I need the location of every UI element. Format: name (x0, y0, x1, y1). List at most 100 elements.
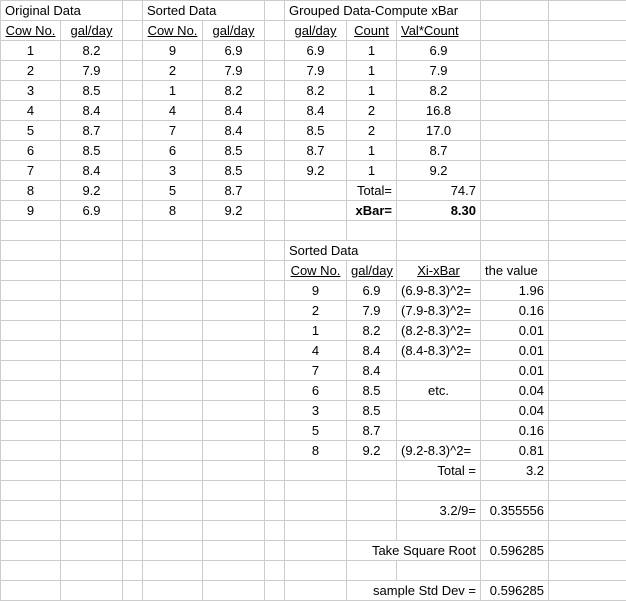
cell: 0.01 (481, 321, 549, 341)
xbar-value: 8.30 (397, 201, 481, 221)
cell: 5 (1, 121, 61, 141)
cell: 0.04 (481, 381, 549, 401)
hdr-original: Original Data (1, 1, 123, 21)
cell: 8.7 (347, 421, 397, 441)
cell: 1 (347, 61, 397, 81)
hdr-grouped: Grouped Data-Compute xBar (285, 1, 481, 21)
cell: 0.01 (481, 341, 549, 361)
std-label: sample Std Dev = (347, 581, 481, 601)
cell: 8.2 (397, 81, 481, 101)
cell: 4 (285, 341, 347, 361)
xbar-label: xBar= (347, 201, 397, 221)
cell: 7 (285, 361, 347, 381)
cell: 0.01 (481, 361, 549, 381)
cell: 9 (143, 41, 203, 61)
cell: 8.5 (347, 381, 397, 401)
col-galday: gal/day (61, 21, 123, 41)
cell: 2 (143, 61, 203, 81)
cell: 9.2 (347, 441, 397, 461)
cell: 2 (347, 101, 397, 121)
cell: 6.9 (397, 41, 481, 61)
col-valcount: Val*Count (397, 21, 481, 41)
col-cowno: Cow No. (1, 21, 61, 41)
cell: 8.4 (347, 361, 397, 381)
col-thevalue: the value (481, 261, 549, 281)
cell: 8.4 (61, 101, 123, 121)
cell: 1 (347, 41, 397, 61)
cell: 8.4 (203, 121, 265, 141)
cell: 8.7 (285, 141, 347, 161)
cell: 3 (285, 401, 347, 421)
cell: 6 (285, 381, 347, 401)
cell: 9.2 (203, 201, 265, 221)
cell: 1 (1, 41, 61, 61)
cell: 9.2 (285, 161, 347, 181)
cell: 6 (143, 141, 203, 161)
col-count: Count (347, 21, 397, 41)
cell: 7.9 (203, 61, 265, 81)
cell: (9.2-8.3)^2= (397, 441, 481, 461)
cell: 1 (347, 81, 397, 101)
cell: 8.2 (285, 81, 347, 101)
cell: (8.2-8.3)^2= (397, 321, 481, 341)
cell: 8 (143, 201, 203, 221)
total-label: Total= (347, 181, 397, 201)
cell: 5 (285, 421, 347, 441)
cell: 6.9 (61, 201, 123, 221)
cell: 9.2 (61, 181, 123, 201)
cell: 1 (143, 81, 203, 101)
cell: 2 (347, 121, 397, 141)
col-cowno: Cow No. (143, 21, 203, 41)
cell: 1 (347, 161, 397, 181)
cell: 0.81 (481, 441, 549, 461)
cell: 8.7 (61, 121, 123, 141)
cell: 5 (143, 181, 203, 201)
sq-total-value: 3.2 (481, 461, 549, 481)
cell: 8.5 (61, 141, 123, 161)
cell: 2 (1, 61, 61, 81)
cell: 1.96 (481, 281, 549, 301)
cell: 7 (143, 121, 203, 141)
cell: (6.9-8.3)^2= (397, 281, 481, 301)
cell: 8.2 (61, 41, 123, 61)
cell: 1 (347, 141, 397, 161)
cell: 8.5 (203, 161, 265, 181)
cell: 7.9 (285, 61, 347, 81)
cell: 16.8 (397, 101, 481, 121)
col-cowno: Cow No. (285, 261, 347, 281)
cell: 8.4 (285, 101, 347, 121)
div-label: 3.2/9= (397, 501, 481, 521)
cell: 8.4 (347, 341, 397, 361)
cell: 0.04 (481, 401, 549, 421)
total-value: 74.7 (397, 181, 481, 201)
cell: 9.2 (397, 161, 481, 181)
cell: 8.4 (61, 161, 123, 181)
cell: 2 (285, 301, 347, 321)
std-value: 0.596285 (481, 581, 549, 601)
cell: 7.9 (347, 301, 397, 321)
cell: (8.4-8.3)^2= (397, 341, 481, 361)
cell: 0.16 (481, 421, 549, 441)
cell: 9 (285, 281, 347, 301)
cell: 3 (1, 81, 61, 101)
cell: 8 (285, 441, 347, 461)
cell: 6.9 (285, 41, 347, 61)
cell: 8.4 (203, 101, 265, 121)
hdr-sorted2: Sorted Data (285, 241, 397, 261)
cell: 6.9 (347, 281, 397, 301)
cell: 1 (285, 321, 347, 341)
cell (397, 361, 481, 381)
sq-total-label: Total = (397, 461, 481, 481)
cell (397, 421, 481, 441)
cell: 3 (143, 161, 203, 181)
cell: 4 (143, 101, 203, 121)
cell: 8.7 (203, 181, 265, 201)
col-xi: Xi-xBar (397, 261, 481, 281)
sqrt-value: 0.596285 (481, 541, 549, 561)
col-galday: gal/day (347, 261, 397, 281)
cell: 8.2 (347, 321, 397, 341)
cell: 6 (1, 141, 61, 161)
cell: 7 (1, 161, 61, 181)
cell: 7.9 (397, 61, 481, 81)
cell: 9 (1, 201, 61, 221)
